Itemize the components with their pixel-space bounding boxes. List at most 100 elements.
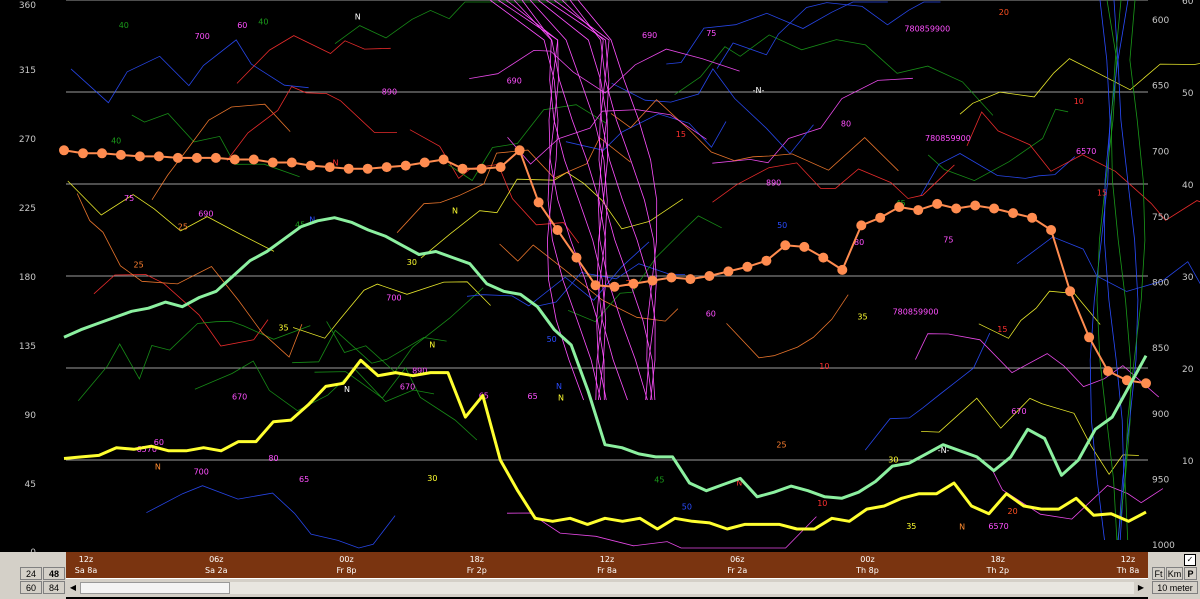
contour-label: 890 (382, 88, 397, 97)
right-tick-label: 40 (1182, 181, 1194, 191)
right-tick-label: 20 (1182, 365, 1194, 375)
contour-label: 40 (119, 21, 129, 30)
series-point (685, 274, 696, 285)
series-point (210, 152, 221, 163)
contour-line (77, 320, 311, 401)
series-point (666, 272, 677, 283)
left-axis-labels: 04590135180225270315360 (19, 1, 36, 558)
contour-label: 30 (407, 258, 417, 267)
contour-label: 65 (528, 392, 538, 401)
series-point (875, 212, 886, 223)
meteogram-chart: 50 45 60 780859900 6570 890 65 700 670 80 75 690 40 3… (19, 0, 1200, 558)
series-point (514, 145, 525, 156)
contour-label: 780859900 (893, 307, 939, 316)
left-tick-label: 135 (19, 342, 36, 352)
pressure-tick-label: 750 (1152, 213, 1169, 223)
contour-line (611, 68, 814, 155)
contour-label: 15 (997, 325, 1007, 334)
unit-km-button[interactable]: Km (1166, 567, 1183, 580)
contour-label: 6570 (988, 522, 1008, 531)
contour-label: 60 (706, 310, 716, 319)
left-tick-label: 45 (25, 480, 36, 490)
contour-label: 15 (1097, 189, 1107, 198)
pressure-tick-label: 950 (1152, 475, 1169, 485)
left-tick-label: 360 (19, 1, 36, 11)
right-tick-label: 10 (1182, 457, 1194, 467)
contour-label: 670 (400, 383, 415, 392)
contour-label: 10 (819, 362, 829, 371)
series-point (818, 252, 829, 263)
contour-label: 700 (194, 468, 209, 477)
series-point (970, 200, 981, 211)
contour-label: N (452, 206, 458, 215)
scroll-left-icon[interactable]: ◀ (67, 581, 79, 594)
contour-line (466, 241, 650, 307)
range-60-button[interactable]: 60 (20, 581, 42, 594)
series-point (1084, 332, 1095, 343)
contour-line (146, 485, 396, 549)
series-point (1008, 208, 1019, 219)
series-point (799, 241, 810, 252)
contour-label: N (355, 12, 361, 21)
contour-label: N (155, 463, 161, 472)
series-point (571, 252, 582, 263)
contour-label: 780859900 (925, 134, 971, 143)
range-84-button[interactable]: 84 (43, 581, 65, 594)
contour-label: 30 (427, 474, 437, 483)
time-label-bottom: Fr 8a (597, 566, 617, 575)
contour-label: 700 (386, 294, 401, 303)
height-select[interactable]: 10 meter (1152, 581, 1198, 594)
contour-line (194, 360, 435, 412)
scroll-track[interactable] (80, 582, 1134, 594)
time-axis-bar: 12z Sa 8a 06z Sa 2a 00z Fr 8p 18z Fr 2p 12z Fr 8a… (66, 552, 1148, 578)
series-point (628, 278, 639, 289)
contour-label: 6570 (1076, 147, 1096, 156)
time-label-bottom: Sa 8a (75, 566, 98, 575)
contour-label: 25 (134, 261, 144, 270)
contour-label: 670 (232, 392, 247, 401)
contour-line (569, 0, 657, 401)
contour-line (726, 294, 849, 359)
contour-line (716, 1, 941, 69)
series-point (78, 148, 88, 159)
contour-label: 40 (258, 17, 268, 26)
series-point (590, 280, 601, 291)
contour-line (70, 39, 309, 104)
pressure-tick-label: 900 (1152, 410, 1169, 420)
series-point (1103, 366, 1113, 377)
time-scrollbar[interactable]: ◀ ▶ (66, 578, 1148, 597)
series-point (780, 240, 791, 251)
series-point (932, 198, 943, 209)
time-label-top: 06z (209, 555, 223, 564)
series-point (951, 203, 962, 214)
series-point (742, 261, 753, 272)
time-label-top: 06z (730, 555, 744, 564)
range-24-button[interactable]: 24 (20, 567, 42, 580)
unit-ft-button[interactable]: Ft (1152, 567, 1165, 580)
scroll-right-icon[interactable]: ▶ (1135, 581, 1147, 594)
contour-line (561, 0, 656, 401)
contour-label: -N- (753, 86, 765, 95)
series-point (172, 152, 183, 163)
series-point (533, 197, 544, 208)
contour-line (921, 397, 1139, 476)
grid-lines (66, 0, 1148, 461)
series-point (1027, 212, 1038, 223)
series-point (647, 275, 658, 286)
contour-label: N (429, 340, 435, 349)
contour-label: 30 (888, 456, 898, 465)
contour-label: 20 (999, 8, 1009, 17)
contour-line (966, 111, 1200, 221)
unit-p-button[interactable]: P (1184, 567, 1197, 580)
series-line (63, 216, 1148, 500)
scroll-thumb[interactable] (80, 582, 230, 594)
contour-label: 45 (654, 476, 664, 485)
checkbox-icon[interactable]: ✓ (1184, 554, 1196, 566)
contour-label: 20 (1008, 507, 1018, 516)
range-48-button[interactable]: 48 (43, 567, 65, 580)
contour-line (420, 171, 684, 259)
pressure-tick-label: 800 (1152, 279, 1169, 289)
contour-label: 690 (642, 31, 657, 40)
contour-line (1117, 0, 1139, 541)
series-point (419, 157, 430, 168)
